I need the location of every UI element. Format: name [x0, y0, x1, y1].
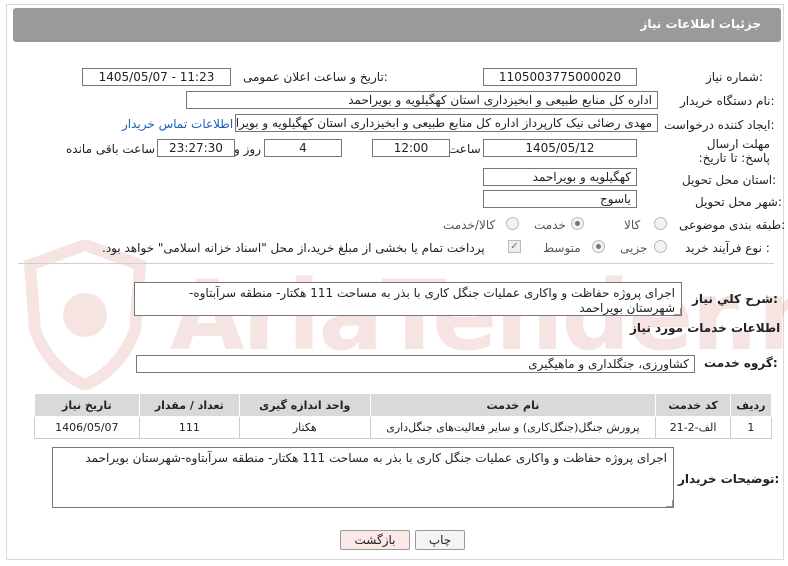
process-option-medium: متوسط [543, 241, 581, 255]
buyer-notes-resize-handle[interactable] [666, 500, 673, 507]
creator-field: مهدی رضائی نیک کارپرداز اداره کل منابع ط… [235, 114, 658, 132]
category-option-goods-service: کالا/خدمت [443, 218, 496, 232]
remaining-time-label: ساعت باقی مانده [66, 142, 156, 156]
cell-need-date: 1406/05/07 [34, 416, 140, 439]
city-label: شهر محل تحویل: [695, 195, 782, 209]
province-field: کهگیلویه و بویراحمد [483, 168, 637, 186]
cell-service-code: الف-2-21 [655, 416, 731, 439]
back-button[interactable]: بازگشت [340, 530, 410, 550]
buyer-notes-textarea: اجرای پروژه حفاظت و واکاری عملیات جنگل ک… [52, 447, 674, 508]
category-option-service: خدمت [534, 218, 566, 232]
category-radio-goods[interactable] [654, 217, 667, 230]
cell-row-number: 1 [729, 416, 773, 439]
cell-quantity: 111 [138, 416, 240, 439]
category-radio-service[interactable] [571, 217, 584, 230]
buyer-contact-link[interactable]: اطلاعات تماس خریدار [122, 117, 233, 131]
col-header-service-name: نام خدمت [369, 393, 657, 417]
announce-label: تاریخ و ساعت اعلان عمومی: [243, 70, 388, 84]
payment-note: پرداخت تمام یا بخشی از مبلغ خرید،از محل … [102, 241, 485, 255]
summary-label: شرح کلي نياز: [692, 292, 778, 306]
deadline-time-label: ساعت [448, 142, 481, 156]
col-header-row-number: ردیف [729, 393, 773, 417]
category-option-goods: کالا [624, 218, 641, 232]
days-label: روز و [234, 142, 261, 156]
services-section-title: اطلاعات خدمات مورد نياز [630, 321, 781, 335]
print-button[interactable]: چاپ [415, 530, 465, 550]
province-label: استان محل تحویل: [682, 173, 777, 187]
creator-label: ایجاد کننده درخواست: [664, 118, 775, 132]
table-row: 1 الف-2-21 پرورش جنگل(جنگل‌کاری) و سایر … [34, 416, 773, 439]
process-option-minor: جزیی [620, 241, 648, 255]
services-table: ردیف کد خدمت نام خدمت واحد اندازه گیری ت… [34, 393, 773, 439]
page-title: جزئیات اطلاعات نیاز [640, 17, 761, 31]
days-remaining-field: 4 [264, 139, 342, 157]
remaining-time-field: 23:27:30 [157, 139, 235, 157]
section-divider [18, 263, 774, 264]
page-header: جزئیات اطلاعات نیاز [13, 8, 781, 42]
need-number-field: 1105003775000020 [483, 68, 637, 86]
deadline-label: مهلت ارسال پاسخ: تا تاریخ: [698, 137, 770, 165]
category-label: طبقه بندی موضوعی: [679, 218, 786, 232]
city-field: یاسوج [483, 190, 637, 208]
deadline-date-field: 1405/05/12 [483, 139, 637, 157]
col-header-unit: واحد اندازه گیری [238, 393, 371, 417]
category-radio-goods-service[interactable] [506, 217, 519, 230]
buyer-org-field: اداره کل منابع طبیعی و ابخیزداری استان ک… [186, 91, 658, 109]
col-header-quantity: تعداد / مقدار [138, 393, 240, 417]
col-header-service-code: کد خدمت [655, 393, 731, 417]
service-group-label: گروه خدمت: [704, 356, 778, 370]
deadline-time-field: 12:00 [372, 139, 450, 157]
process-radio-medium[interactable] [592, 240, 605, 253]
treasury-checkbox[interactable]: ✓ [508, 240, 521, 253]
service-group-field: کشاورزی، جنگلداری و ماهیگیری [136, 355, 695, 373]
process-label: نوع فرآیند خرید : [685, 241, 770, 255]
summary-textarea: اجرای پروژه حفاظت و واکاری عملیات جنگل ک… [134, 282, 682, 316]
cell-unit: هکتار [238, 416, 371, 439]
need-number-label: شماره نیاز: [706, 70, 764, 84]
table-header-row: ردیف کد خدمت نام خدمت واحد اندازه گیری ت… [34, 393, 773, 417]
buyer-org-label: نام دستگاه خریدار: [680, 94, 775, 108]
cell-service-name: پرورش جنگل(جنگل‌کاری) و سایر فعالیت‌های … [369, 416, 657, 439]
col-header-need-date: تاریخ نیاز [34, 393, 140, 417]
process-radio-minor[interactable] [654, 240, 667, 253]
buyer-notes-label: توضیحات خریدار: [678, 472, 780, 486]
summary-resize-handle[interactable] [674, 308, 681, 315]
announce-datetime-field: 1405/05/07 - 11:23 [82, 68, 231, 86]
